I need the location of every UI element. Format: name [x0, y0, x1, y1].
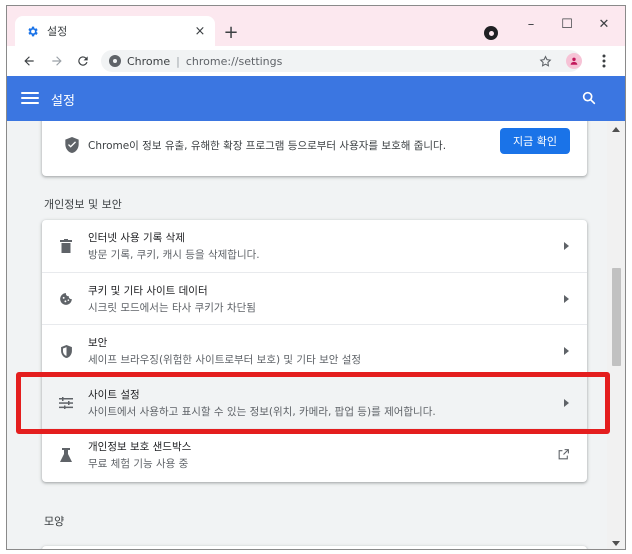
page-title: 설정: [51, 94, 75, 109]
url-text[interactable]: chrome://settings: [186, 55, 283, 68]
search-icon[interactable]: [581, 90, 599, 108]
chevron-right-icon: [562, 294, 570, 304]
arrow-right-icon: [52, 56, 62, 66]
arrow-left-icon: [24, 56, 34, 66]
external-link-icon[interactable]: [556, 447, 570, 461]
settings-gear-icon: [25, 24, 39, 38]
reload-icon: [78, 56, 88, 66]
trash-icon: [58, 238, 74, 254]
shield-icon: [58, 343, 74, 359]
list-item-security[interactable]: 보안 세이프 브라우징(위험한 사이트로부터 보호) 및 기타 보안 설정: [42, 324, 587, 376]
page-scrollbar[interactable]: [607, 121, 625, 549]
minimize-button[interactable]: –: [519, 14, 543, 34]
back-button[interactable]: [17, 49, 41, 73]
list-item-title: 쿠키 및 기타 사이트 데이터: [88, 285, 208, 297]
forward-button[interactable]: [45, 49, 69, 73]
appearance-card: 테마: [42, 546, 587, 549]
check-now-button[interactable]: 지금 확인: [500, 128, 570, 154]
chevron-right-icon: [562, 241, 570, 251]
hamburger-menu-icon[interactable]: [21, 90, 39, 106]
list-item-title: 개인정보 보호 샌드박스: [88, 441, 192, 453]
chevron-right-icon: [562, 398, 570, 408]
new-tab-button[interactable]: +: [219, 20, 243, 44]
bookmark-star-icon[interactable]: [537, 53, 553, 69]
list-item-title: 사이트 설정: [88, 389, 140, 401]
list-item-title: 인터넷 사용 기록 삭제: [88, 232, 185, 244]
safety-check-card: Chrome이 정보 유출, 유해한 확장 프로그램 등으로부터 사용자를 보호…: [42, 121, 587, 176]
list-item-clear-browsing-data[interactable]: 인터넷 사용 기록 삭제 방문 기록, 쿠키, 캐시 등을 삭제합니다.: [42, 220, 587, 272]
privacy-section-title: 개인정보 및 보안: [44, 198, 122, 211]
scroll-up-arrow-icon[interactable]: [612, 127, 620, 132]
cookie-icon: [58, 291, 74, 307]
settings-content: Chrome이 정보 유출, 유해한 확장 프로그램 등으로부터 사용자를 보호…: [7, 121, 607, 549]
privacy-list-card: 인터넷 사용 기록 삭제 방문 기록, 쿠키, 캐시 등을 삭제합니다. 쿠키 …: [42, 220, 587, 482]
active-tab[interactable]: 설정 ×: [15, 16, 215, 46]
url-separator: |: [176, 54, 180, 68]
list-item-subtitle: 세이프 브라우징(위험한 사이트로부터 보호) 및 기타 보안 설정: [88, 354, 362, 366]
list-item-subtitle: 무료 체험 기능 사용 중: [88, 458, 189, 470]
list-item-subtitle: 방문 기록, 쿠키, 캐시 등을 삭제합니다.: [88, 249, 260, 261]
profile-avatar-icon[interactable]: [566, 53, 582, 69]
scroll-thumb[interactable]: [612, 268, 621, 366]
list-item-subtitle: 시크릿 모드에서는 타사 쿠키가 차단됨: [88, 302, 256, 314]
list-item-cookies[interactable]: 쿠키 및 기타 사이트 데이터 시크릿 모드에서는 타사 쿠키가 차단됨: [42, 272, 587, 324]
shield-check-icon: [64, 136, 80, 154]
sliders-icon: [58, 395, 74, 411]
settings-header: 설정: [7, 76, 625, 121]
more-menu-icon[interactable]: [596, 52, 612, 70]
safety-check-message: Chrome이 정보 유출, 유해한 확장 프로그램 등으로부터 사용자를 보호…: [88, 140, 447, 152]
reload-button[interactable]: [71, 49, 95, 73]
address-bar[interactable]: Chrome | chrome://settings: [101, 50, 581, 72]
appearance-section-title: 모양: [44, 515, 65, 528]
browser-toolbar: Chrome | chrome://settings: [7, 46, 625, 76]
title-bar: 설정 × + – ☐ ✕: [7, 6, 625, 46]
chrome-site-icon: [109, 55, 121, 67]
site-name: Chrome: [127, 54, 171, 68]
list-item-title: 보안: [88, 337, 108, 349]
profile-indicator-icon[interactable]: [484, 26, 498, 40]
scroll-down-arrow-icon[interactable]: [612, 541, 620, 546]
list-item-subtitle: 사이트에서 사용하고 표시할 수 있는 정보(위치, 카메라, 팝업 등)를 제…: [88, 406, 436, 418]
list-item-site-settings[interactable]: 사이트 설정 사이트에서 사용하고 표시할 수 있는 정보(위치, 카메라, 팝…: [42, 376, 587, 428]
list-item-privacy-sandbox[interactable]: 개인정보 보호 샌드박스 무료 체험 기능 사용 중: [42, 428, 587, 480]
flask-icon: [58, 447, 74, 463]
maximize-button[interactable]: ☐: [555, 14, 579, 34]
chevron-right-icon: [562, 346, 570, 356]
close-window-button[interactable]: ✕: [592, 14, 616, 34]
tab-close-icon[interactable]: ×: [191, 22, 209, 40]
tab-title: 설정: [47, 25, 68, 38]
browser-window: 설정 × + – ☐ ✕ Chrome | chrome://settings: [6, 5, 626, 550]
